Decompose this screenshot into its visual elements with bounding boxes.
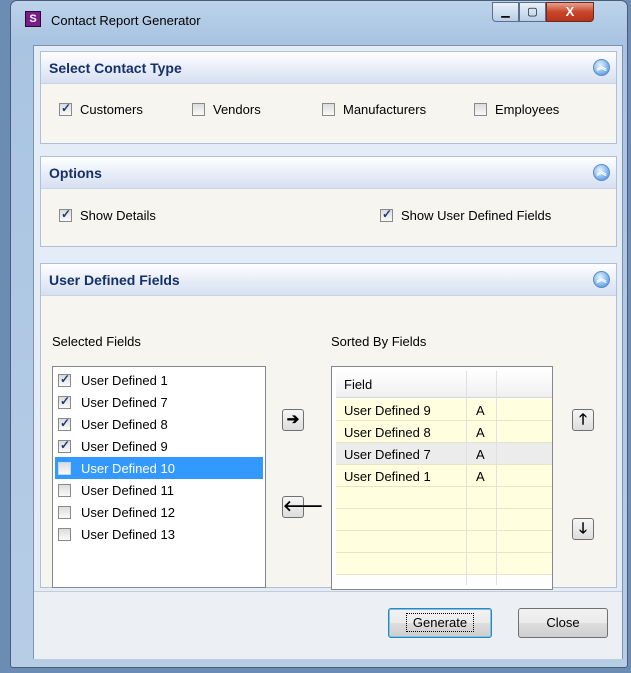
selected-fields-label: Selected Fields: [52, 334, 141, 349]
empty-row: [336, 553, 552, 575]
customers-checkbox[interactable]: Customers: [59, 101, 143, 117]
grid-cell-order: A: [476, 447, 485, 462]
checkbox-icon[interactable]: [58, 461, 71, 475]
table-row[interactable]: User Defined 1 A: [336, 465, 552, 487]
list-item[interactable]: User Defined 7: [55, 391, 263, 413]
app-icon: S: [25, 11, 41, 27]
checkbox-icon: [59, 207, 72, 222]
options-header[interactable]: Options ︽: [41, 157, 616, 189]
udf-header[interactable]: User Defined Fields ︽: [41, 264, 616, 296]
grid-header: Field: [336, 371, 552, 398]
empty-row: [336, 509, 552, 531]
list-item[interactable]: User Defined 11: [55, 479, 263, 501]
table-row[interactable]: User Defined 9 A: [336, 399, 552, 421]
grid-cell-field: User Defined 9: [344, 403, 431, 418]
grid-cell-field: User Defined 8: [344, 425, 431, 440]
employees-checkbox[interactable]: Employees: [474, 102, 559, 117]
checkbox-icon[interactable]: [58, 483, 71, 497]
window-title: Contact Report Generator: [51, 13, 201, 28]
generate-button[interactable]: Generate: [388, 608, 492, 638]
udf-title: User Defined Fields: [49, 272, 180, 288]
checkbox-icon[interactable]: [58, 527, 71, 541]
list-item[interactable]: User Defined 10: [55, 457, 263, 479]
list-item[interactable]: User Defined 1: [55, 369, 263, 391]
manufacturers-checkbox[interactable]: Manufacturers: [322, 102, 426, 117]
checkbox-icon: [192, 103, 205, 116]
grid-cell-order: A: [476, 469, 485, 484]
show-udf-checkbox[interactable]: Show User Defined Fields: [380, 207, 552, 223]
collapse-icon[interactable]: ︽: [593, 164, 610, 181]
contact-type-title: Select Contact Type: [49, 60, 182, 76]
list-item[interactable]: User Defined 13: [55, 523, 263, 545]
arrow-down-icon: 🡓: [579, 520, 587, 537]
checkbox-icon[interactable]: [58, 505, 71, 519]
arrow-right-icon: ➔: [286, 411, 300, 428]
checkbox-icon: [59, 101, 72, 116]
move-up-button[interactable]: 🡑: [572, 409, 594, 431]
contact-type-header[interactable]: Select Contact Type ︽: [41, 52, 616, 84]
table-row[interactable]: User Defined 7 A: [336, 443, 552, 465]
grid-cell-field: User Defined 1: [344, 469, 431, 484]
checkbox-label: Show Details: [80, 208, 156, 223]
list-item-label: User Defined 11: [81, 482, 174, 498]
list-item-label: User Defined 10: [81, 460, 175, 476]
contact-type-panel: Select Contact Type ︽ Customers Vendors …: [40, 51, 617, 144]
maximize-button[interactable]: ▢: [519, 2, 546, 22]
options-title: Options: [49, 165, 102, 181]
footer: Generate Close: [34, 591, 622, 659]
checkbox-icon: [380, 207, 393, 222]
checkbox-icon[interactable]: [58, 416, 71, 431]
panel-area: Select Contact Type ︽ Customers Vendors …: [34, 46, 622, 591]
checkbox-icon[interactable]: [58, 438, 71, 453]
minimize-button[interactable]: ▁: [492, 2, 519, 22]
grid-cell-field: User Defined 7: [344, 447, 431, 462]
grid-cell-order: A: [476, 403, 485, 418]
remove-field-button[interactable]: 🡐: [282, 496, 323, 518]
empty-row: [336, 531, 552, 553]
empty-row: [336, 487, 552, 509]
list-item-label: User Defined 9: [81, 438, 168, 454]
checkbox-icon: [322, 103, 335, 116]
list-item-label: User Defined 13: [81, 526, 175, 542]
show-details-checkbox[interactable]: Show Details: [59, 207, 156, 223]
checkbox-icon[interactable]: [58, 394, 71, 409]
close-button[interactable]: Close: [518, 608, 608, 638]
collapse-icon[interactable]: ︽: [593, 59, 610, 76]
list-item[interactable]: User Defined 8: [55, 413, 263, 435]
list-item-label: User Defined 12: [81, 504, 175, 520]
options-panel: Options ︽ Show Details Show User Defined…: [40, 156, 617, 247]
checkbox-label: Vendors: [213, 102, 261, 117]
arrow-left-icon: 🡐: [283, 498, 324, 515]
checkbox-label: Manufacturers: [343, 102, 427, 117]
checkbox-label: Show User Defined Fields: [401, 208, 552, 223]
table-row[interactable]: User Defined 8 A: [336, 421, 552, 443]
list-item-label: User Defined 7: [81, 394, 168, 410]
checkbox-icon[interactable]: [58, 372, 71, 387]
client-area: Select Contact Type ︽ Customers Vendors …: [33, 45, 623, 659]
vendors-checkbox[interactable]: Vendors: [192, 102, 261, 117]
add-field-button[interactable]: ➔: [282, 409, 304, 431]
selected-fields-list[interactable]: User Defined 1 User Defined 7 User Defin…: [52, 366, 266, 588]
list-item[interactable]: User Defined 9: [55, 435, 263, 457]
list-item-label: User Defined 1: [81, 372, 168, 388]
checkbox-icon: [474, 103, 487, 116]
sorted-fields-label: Sorted By Fields: [331, 334, 427, 349]
generate-label: Generate: [405, 613, 475, 632]
arrow-up-icon: 🡑: [579, 411, 587, 428]
collapse-icon[interactable]: ︽: [593, 271, 610, 288]
sorted-fields-grid[interactable]: Field User Defined 9 A User Defined 8 A …: [331, 366, 553, 590]
grid-divider: [496, 371, 497, 585]
checkbox-label: Customers: [80, 102, 143, 117]
app-window: S Contact Report Generator ▁ ▢ X Select …: [10, 0, 628, 668]
grid-cell-order: A: [476, 425, 485, 440]
move-down-button[interactable]: 🡓: [572, 518, 594, 540]
grid-header-field[interactable]: Field: [344, 377, 372, 392]
list-item-label: User Defined 8: [81, 416, 168, 432]
grid-divider: [466, 371, 467, 585]
checkbox-label: Employees: [495, 102, 560, 117]
list-item[interactable]: User Defined 12: [55, 501, 263, 523]
title-bar[interactable]: S Contact Report Generator ▁ ▢ X: [11, 1, 627, 33]
close-window-button[interactable]: X: [546, 2, 594, 22]
